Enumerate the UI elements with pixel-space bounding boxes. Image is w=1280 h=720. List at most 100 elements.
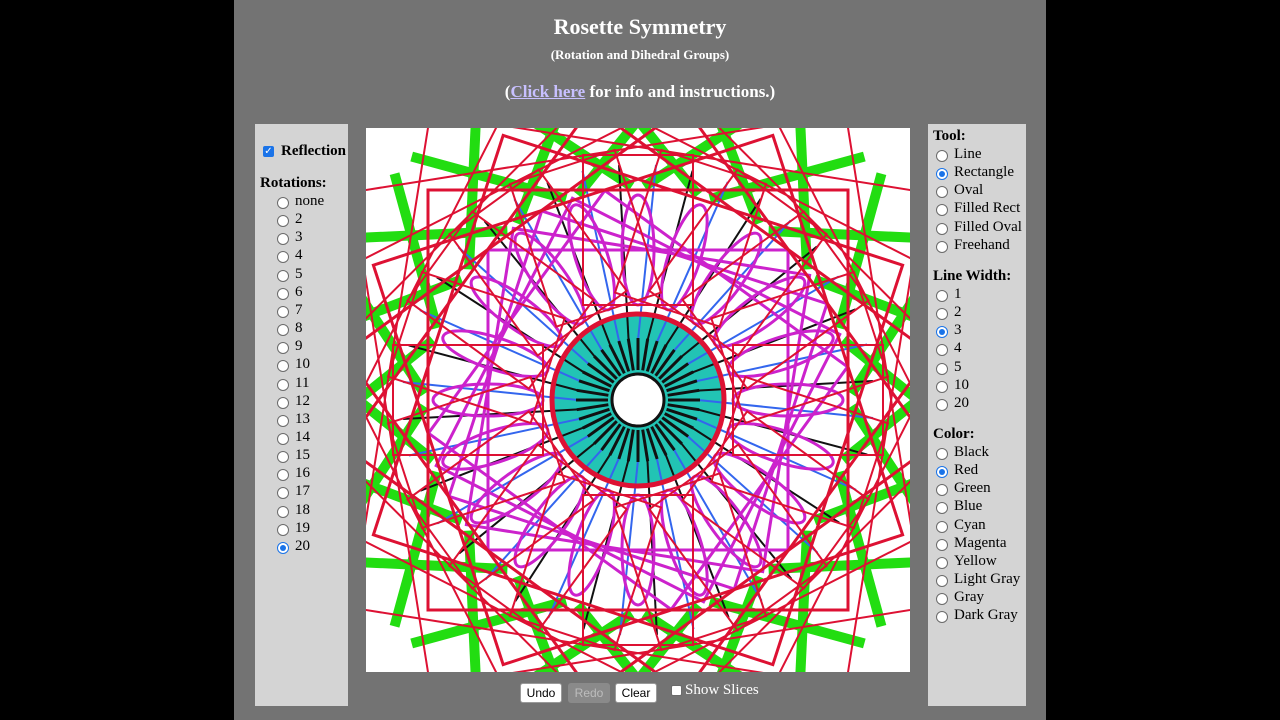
rotation-label: 4 bbox=[295, 247, 303, 264]
rotation-radio-8[interactable] bbox=[277, 324, 289, 337]
color-label: Black bbox=[954, 444, 989, 460]
rotation-radio-4[interactable] bbox=[277, 251, 289, 264]
color-radio-blue[interactable] bbox=[936, 502, 948, 515]
info-suffix: for info and instructions.) bbox=[585, 82, 776, 101]
rotation-radio-16[interactable] bbox=[277, 469, 289, 482]
tool-label: Line bbox=[954, 146, 982, 162]
line-width-radio-1[interactable] bbox=[936, 290, 948, 302]
line-width-radio-20[interactable] bbox=[936, 398, 948, 411]
color-label: Dark Gray bbox=[954, 607, 1018, 624]
rotation-radio-11[interactable] bbox=[277, 378, 289, 391]
line-width-radio-2[interactable] bbox=[936, 308, 948, 321]
rotation-radio-10[interactable] bbox=[277, 360, 289, 373]
rotation-radio-5[interactable] bbox=[277, 269, 289, 282]
color-radio-yellow[interactable] bbox=[936, 556, 948, 569]
tool-label: Freehand bbox=[954, 236, 1010, 253]
rotation-radio-2[interactable] bbox=[277, 215, 289, 228]
color-label: Blue bbox=[954, 498, 983, 515]
line-width-radio-3[interactable] bbox=[936, 326, 948, 339]
line-width-radio-4[interactable] bbox=[936, 344, 948, 357]
color-radio-red[interactable] bbox=[936, 466, 948, 479]
rosette-center-hole bbox=[610, 372, 666, 428]
rotation-radio-19[interactable] bbox=[277, 523, 289, 536]
color-radio-cyan[interactable] bbox=[936, 520, 948, 533]
color-label: Yellow bbox=[954, 552, 997, 569]
rotation-radio-14[interactable] bbox=[277, 432, 289, 445]
rotation-radio-6[interactable] bbox=[277, 287, 289, 300]
line-width-label: 2 bbox=[954, 304, 962, 321]
rotation-radio-7[interactable] bbox=[277, 305, 289, 318]
color-label: Red bbox=[954, 462, 979, 479]
color-radio-magenta[interactable] bbox=[936, 538, 948, 551]
line-width-radio-10[interactable] bbox=[936, 380, 948, 393]
color-label: Light Gray bbox=[954, 571, 1021, 588]
tool-label: Filled Oval bbox=[954, 218, 1022, 235]
color-label: Gray bbox=[954, 589, 984, 606]
rotation-radio-3[interactable] bbox=[277, 233, 289, 246]
tool-radio-filled-rect[interactable] bbox=[936, 204, 948, 217]
rotation-label: none bbox=[295, 193, 325, 209]
tool-label: Filled Rect bbox=[954, 200, 1021, 217]
undo-button[interactable]: Undo bbox=[520, 683, 562, 703]
tool-label: Oval bbox=[954, 182, 984, 199]
line-width-heading: Line Width: bbox=[933, 268, 1012, 284]
line-width-label: 10 bbox=[954, 376, 969, 393]
rotation-label: 10 bbox=[295, 356, 310, 373]
rotation-label: 8 bbox=[295, 320, 303, 337]
tool-label: Rectangle bbox=[954, 164, 1014, 181]
rotation-radio-9[interactable] bbox=[277, 342, 289, 355]
color-label: Magenta bbox=[954, 534, 1007, 551]
rotation-label: 20 bbox=[295, 537, 310, 554]
page: Rosette Symmetry (Rotation and Dihedral … bbox=[234, 0, 1046, 720]
line-width-label: 1 bbox=[954, 286, 962, 302]
rotation-label: 12 bbox=[295, 392, 310, 409]
page-subtitle: (Rotation and Dihedral Groups) bbox=[550, 47, 730, 62]
tool-radio-freehand[interactable] bbox=[936, 240, 948, 253]
reflection-checkbox[interactable]: ✓ bbox=[263, 146, 274, 157]
tool-heading: Tool: bbox=[933, 128, 966, 144]
rotation-radio-12[interactable] bbox=[277, 396, 289, 409]
rotation-radio-20[interactable] bbox=[277, 541, 289, 554]
page-title: Rosette Symmetry bbox=[553, 14, 727, 39]
clear-button[interactable]: Clear bbox=[615, 683, 657, 703]
rotation-label: 16 bbox=[295, 465, 310, 482]
line-width-label: 5 bbox=[954, 358, 962, 375]
tool-radio-line[interactable] bbox=[936, 150, 948, 162]
rotation-radio-18[interactable] bbox=[277, 505, 289, 518]
color-radio-dark-gray[interactable] bbox=[936, 611, 948, 624]
tool-radio-rectangle[interactable] bbox=[936, 168, 948, 181]
symmetry-panel: ✓ Reflection Rotations: none 2 3 4 5 6 7 8 9 10 11… bbox=[255, 124, 348, 706]
show-slices-checkbox[interactable] bbox=[671, 685, 682, 696]
drawing-canvas[interactable] bbox=[366, 128, 910, 672]
info-link[interactable]: Click here bbox=[510, 82, 585, 101]
color-radio-gray[interactable] bbox=[936, 593, 948, 606]
reflection-label: Reflection bbox=[281, 143, 346, 159]
rotation-label: 5 bbox=[295, 265, 303, 282]
rotation-label: 13 bbox=[295, 410, 310, 427]
show-slices-label: Show Slices bbox=[685, 682, 759, 698]
rotation-label: 19 bbox=[295, 519, 310, 536]
tool-radio-oval[interactable] bbox=[936, 186, 948, 199]
tool-radio-filled-oval[interactable] bbox=[936, 222, 948, 235]
color-radio-green[interactable] bbox=[936, 484, 948, 497]
color-label: Green bbox=[954, 480, 991, 497]
color-heading: Color: bbox=[933, 426, 975, 442]
redo-button[interactable]: Redo bbox=[568, 683, 610, 703]
rotation-radio-17[interactable] bbox=[277, 487, 289, 500]
tool-panel: Tool: Line Rectangle Oval Filled Rect Filled… bbox=[928, 124, 1026, 706]
info-line: (Click here for info and instructions.) bbox=[234, 82, 1046, 102]
color-radio-black[interactable] bbox=[936, 448, 948, 460]
rotation-radio-13[interactable] bbox=[277, 414, 289, 427]
rotation-radio-15[interactable] bbox=[277, 451, 289, 464]
rotation-label: 9 bbox=[295, 338, 303, 355]
rotation-label: 3 bbox=[295, 229, 303, 246]
rotation-label: 2 bbox=[295, 211, 303, 228]
color-radio-light-gray[interactable] bbox=[936, 575, 948, 588]
rosette-drawing bbox=[366, 128, 910, 672]
rotation-radio-none[interactable] bbox=[277, 197, 289, 209]
rotation-label: 6 bbox=[295, 283, 303, 300]
rotations-heading: Rotations: bbox=[260, 175, 327, 191]
rotation-label: 15 bbox=[295, 447, 310, 464]
line-width-radio-5[interactable] bbox=[936, 362, 948, 375]
rotation-label: 18 bbox=[295, 501, 310, 518]
